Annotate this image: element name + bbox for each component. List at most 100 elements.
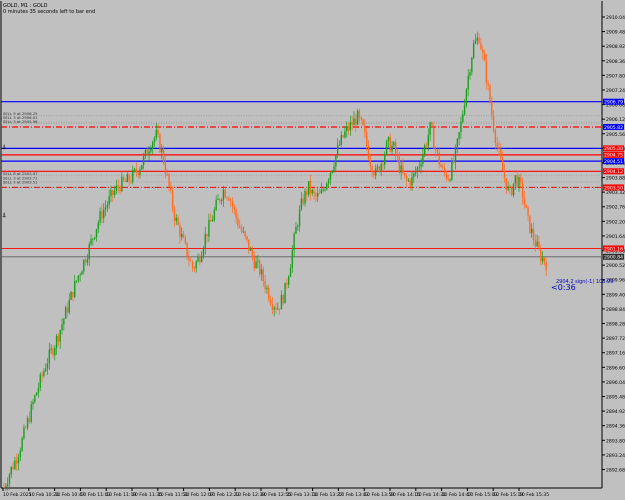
candle-body (538, 241, 540, 249)
candle-body (266, 287, 268, 290)
candle-body (315, 193, 317, 197)
candle-body (224, 189, 226, 198)
x-tick-label: 10 Feb 2025 (3, 492, 32, 498)
candle-body (264, 280, 266, 290)
candle-body (344, 131, 346, 138)
candle-body (110, 190, 112, 197)
candle-body (68, 299, 70, 313)
candle-body (295, 226, 297, 234)
bar-timer-note: 0 minutes 35 seconds left to bar end (3, 9, 95, 15)
candle-body (318, 193, 321, 194)
candle-body (414, 172, 417, 174)
candle-body (353, 118, 355, 126)
candle-body (516, 175, 518, 187)
candle-body (171, 190, 174, 209)
candle-body (260, 269, 263, 275)
candle-body (480, 43, 482, 50)
candle-body (534, 240, 537, 247)
candle-body (268, 287, 270, 300)
candle-body (200, 255, 203, 262)
candle-body (213, 209, 216, 220)
candle-body (362, 119, 364, 125)
y-tick-label: 2898.84 (606, 307, 625, 313)
candle-body (215, 199, 217, 210)
candle-body (320, 189, 323, 194)
candle-body (273, 307, 275, 310)
candle-body (489, 85, 491, 103)
candle-body (157, 129, 159, 135)
candle-body (389, 136, 391, 152)
candle-body (527, 207, 529, 216)
candle-body (108, 196, 110, 205)
candle-body (99, 211, 101, 223)
candle-body (219, 198, 221, 202)
candle-body (26, 418, 29, 428)
candle-body (335, 155, 337, 167)
candle-body (269, 299, 272, 305)
candle-body (5, 486, 7, 488)
candle-body (378, 166, 381, 172)
candle-body (233, 206, 235, 210)
candle-body (133, 168, 136, 171)
candle-body (30, 404, 32, 422)
alert-bell-icon[interactable]: ⍋ (2, 211, 6, 219)
candle-body (349, 122, 352, 131)
candle-body (59, 330, 61, 342)
candle-body (454, 147, 457, 163)
candle-body (25, 427, 27, 429)
candle-body (195, 261, 197, 269)
candle-body (115, 185, 118, 191)
candle-body (523, 197, 526, 205)
y-tick-label: 2896.60 (606, 365, 625, 371)
candle-body (70, 291, 72, 300)
candle-body (262, 269, 265, 281)
candle-body (181, 233, 183, 238)
candle-body (311, 190, 313, 194)
candle-body (300, 198, 303, 210)
candle-body (208, 219, 210, 237)
candle-body (423, 145, 426, 155)
candle-body (496, 143, 498, 148)
candle-body (255, 261, 257, 269)
candle-body (35, 392, 38, 396)
candle-body (476, 37, 478, 41)
candle-body (525, 204, 527, 208)
candle-body (126, 174, 129, 182)
y-tick-label: 2910.04 (606, 15, 625, 21)
candle-body (106, 204, 109, 208)
candle-body (104, 207, 107, 210)
candle-body (529, 215, 531, 233)
candle-body (202, 248, 205, 256)
candle-body (433, 127, 435, 149)
y-tick-label: 2898.28 (606, 322, 625, 328)
candle-body (55, 335, 58, 348)
candle-body (369, 159, 371, 167)
candle-body (179, 225, 181, 238)
candle-body (431, 122, 433, 128)
candle-body (83, 259, 85, 272)
candle-body (86, 259, 89, 263)
candle-body (317, 193, 319, 197)
alert-bell-icon[interactable]: ⍋ (2, 143, 6, 151)
candle-body (93, 237, 96, 239)
candle-body (501, 158, 504, 171)
candle-body (112, 190, 114, 195)
candle-body (204, 233, 206, 249)
candle-body (182, 233, 185, 238)
candle-body (130, 181, 132, 182)
candle-body (505, 178, 507, 190)
price-chart[interactable]: GOLD, M1 : GOLD 0 minutes 35 seconds lef… (0, 0, 625, 500)
candle-body (103, 209, 105, 219)
candle-body (287, 276, 290, 285)
candle-body (512, 183, 515, 196)
candle-body (122, 176, 125, 181)
candle-body (139, 169, 141, 175)
candle-body (382, 163, 384, 165)
candle-body (360, 117, 362, 120)
y-tick-label: 2899.40 (606, 292, 625, 298)
candle-body (487, 83, 489, 86)
candle-body (226, 197, 228, 199)
candle-body (472, 43, 475, 58)
candle-body (425, 145, 428, 147)
y-tick-label: 2902.76 (606, 205, 625, 211)
